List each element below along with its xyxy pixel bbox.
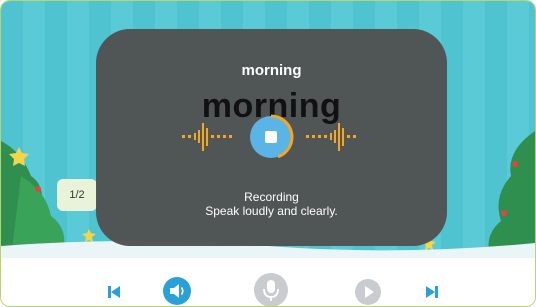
skip-back-icon xyxy=(108,286,120,298)
stop-icon xyxy=(250,114,294,159)
word-title: morning xyxy=(241,62,302,79)
recording-overlay: morning morning Recording Speak loudly a… xyxy=(96,29,447,246)
play-recording-button[interactable] xyxy=(354,278,382,306)
sound-wave-left-icon xyxy=(182,123,232,151)
microphone-icon xyxy=(254,273,288,306)
listen-button[interactable] xyxy=(162,276,192,306)
previous-button[interactable] xyxy=(107,285,121,304)
record-button[interactable] xyxy=(253,272,289,306)
speaker-icon xyxy=(163,277,191,305)
skip-forward-icon xyxy=(426,286,438,298)
scene-background: 1/2 morning morning Recording Speak loud… xyxy=(1,1,535,258)
app-frame: 1/2 morning morning Recording Speak loud… xyxy=(0,0,536,307)
next-button[interactable] xyxy=(425,285,439,304)
bottom-toolbar xyxy=(1,258,535,306)
play-icon xyxy=(355,279,381,305)
stop-recording-button[interactable] xyxy=(248,114,294,160)
page-counter: 1/2 xyxy=(57,179,97,211)
recording-status: Recording Speak loudly and clearly. xyxy=(96,190,447,218)
sound-wave-right-icon xyxy=(306,123,356,151)
status-title: Recording xyxy=(244,190,299,204)
status-instruction: Speak loudly and clearly. xyxy=(205,204,338,218)
